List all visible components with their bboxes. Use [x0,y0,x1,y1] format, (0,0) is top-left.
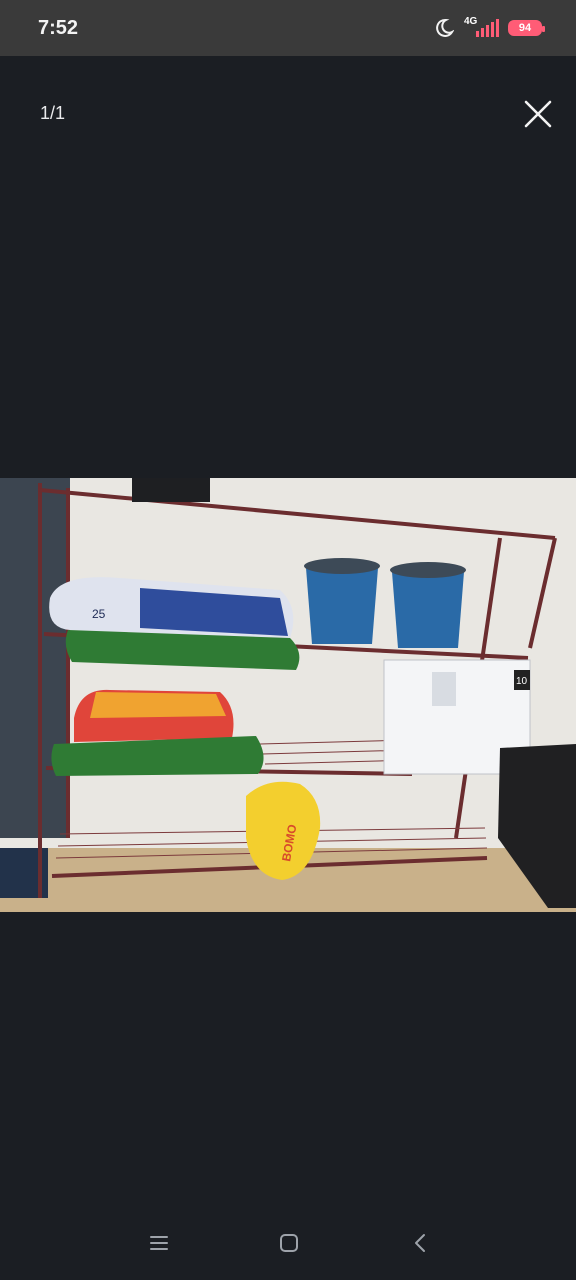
battery-icon: 94 [508,20,545,36]
status-time: 7:52 [38,16,79,39]
menu-icon[interactable] [147,1232,171,1254]
moon-icon [436,18,454,37]
signal-icon: 4G [464,17,499,39]
image-counter: 1/1 [40,103,66,123]
back-icon[interactable] [409,1232,433,1254]
close-icon[interactable] [522,98,554,130]
bag-label: 25 [92,607,106,621]
fridge-badge: 10 [516,676,528,687]
product-photo: 25 10 BOMO [0,478,576,912]
status-icons: 4G 94 [434,17,545,39]
status-bar: 7:52 4G 94 [0,0,576,56]
battery-level: 94 [518,22,532,34]
home-icon[interactable] [277,1232,301,1254]
